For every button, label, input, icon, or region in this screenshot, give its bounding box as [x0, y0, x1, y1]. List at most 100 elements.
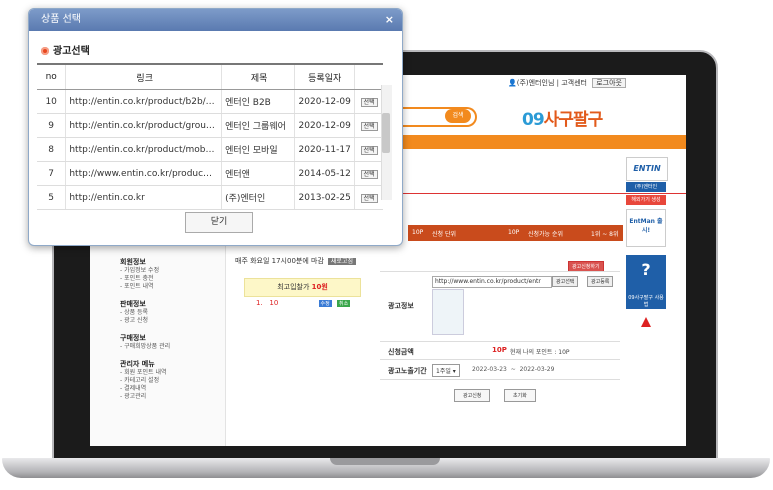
row-no: 10	[37, 89, 66, 114]
table-row: 8 http://entin.co.kr/product/mob… 엔터인 모바…	[37, 137, 383, 162]
col-date: 등록일자	[294, 63, 355, 90]
period-end: 2022-03-29	[519, 366, 555, 373]
nav-product-register[interactable]: - 상품 등록	[120, 309, 170, 317]
scrollbar-thumb[interactable]	[382, 113, 390, 153]
deadline-notice: 매주 화요일 17시00분에 마감 새로고침	[235, 256, 356, 266]
row-title: (주)엔터인	[221, 185, 295, 210]
user-icon: 👤	[508, 79, 517, 87]
nav-wishlist-manage[interactable]: - 구매희망상품 관리	[120, 343, 170, 351]
nav-admin-title: 관리자 메뉴	[120, 360, 155, 368]
table-row: 5 http://entin.co.kr (주)엔터인 2013-02-25 선…	[37, 185, 383, 210]
row-title: 엔터인 B2B	[221, 89, 295, 114]
ad-table: no 링크 제목 등록일자 10 http://entin.co.kr/prod…	[37, 63, 383, 210]
search-button[interactable]: 검색	[445, 109, 471, 123]
row-title: 엔터앤	[221, 161, 295, 186]
select-button[interactable]: 선택	[360, 145, 378, 155]
table-row: 7 http://www.entin.co.kr/produc… 엔터앤 201…	[37, 161, 383, 186]
step-unit-value: 10P	[412, 229, 424, 236]
nav-payments[interactable]: - 결제내역	[120, 385, 170, 393]
entin-label-banner[interactable]: (주)엔터인	[626, 182, 666, 192]
section-heading: 광고선택	[41, 42, 90, 57]
amount-value: 10P	[492, 346, 507, 354]
select-button[interactable]: 선택	[360, 121, 378, 131]
reset-button[interactable]: 초기화	[504, 389, 536, 402]
col-no: no	[37, 63, 66, 90]
period-label: 광고노출기간	[388, 367, 427, 375]
popup-title-bar: 상품 선택 ×	[29, 9, 402, 31]
ad-info-label: 광고정보	[388, 302, 414, 310]
user-box: 👤(주)엔터인님 | 고객센터 로그아웃	[508, 78, 626, 88]
logout-button[interactable]: 로그아웃	[592, 78, 626, 88]
step-rank-range: 1위 ~ 8위	[591, 231, 619, 238]
form-divider	[380, 359, 620, 360]
bid-edit-button[interactable]: 수정	[318, 300, 332, 307]
form-divider	[380, 341, 620, 342]
select-button[interactable]: 선택	[360, 193, 378, 203]
ad-url-input[interactable]: http://www.entin.co.kr/product/entr	[432, 276, 552, 288]
laptop-notch	[330, 458, 440, 465]
nav-category-settings[interactable]: - 카테고리 설정	[120, 377, 170, 385]
bid-row: 1. 10 수정 취소	[256, 299, 351, 307]
period-start: 2022-03-23	[472, 366, 507, 373]
nav-point-history[interactable]: - 포인트 내역	[120, 283, 170, 291]
row-date: 2014-05-12	[294, 161, 355, 186]
form-divider	[380, 271, 620, 272]
row-no: 8	[37, 137, 66, 162]
col-select	[354, 63, 383, 90]
row-title: 엔터인 모바일	[221, 137, 295, 162]
close-button[interactable]: 닫기	[185, 212, 253, 233]
nav-ad-manage[interactable]: - 광고관리	[120, 393, 170, 401]
nav-member-title: 회원정보	[120, 258, 146, 266]
period-tilde: ~	[510, 366, 516, 373]
period-select[interactable]: 1주일 ▾	[432, 364, 460, 377]
service-center-link[interactable]: 고객센터	[561, 79, 587, 87]
step-unit-label: 신청 단위	[432, 231, 456, 238]
step-rank-value: 10P	[508, 229, 520, 236]
bid-cancel-button[interactable]: 취소	[336, 300, 351, 307]
row-link: http://www.entin.co.kr/produc…	[65, 161, 222, 186]
top-bid-box: 최고입찰가 10원	[244, 278, 361, 297]
close-icon[interactable]: ×	[385, 9, 394, 31]
step-rank-label: 신청가능 순위	[528, 231, 564, 238]
ad-register-button[interactable]: 광고등록	[587, 276, 614, 287]
row-link: http://entin.co.kr/product/mob…	[65, 137, 222, 162]
help-banner[interactable]: 09사구팔구 사용법	[626, 295, 666, 309]
period-range: 2022-03-23 ~ 2022-03-29	[472, 366, 554, 373]
amount-label: 신청금액	[388, 348, 414, 356]
user-name: (주)엔터인님	[516, 79, 555, 87]
row-date: 2013-02-25	[294, 185, 355, 210]
row-link: http://entin.co.kr/product/grou…	[65, 113, 222, 138]
select-button[interactable]: 선택	[360, 169, 378, 179]
nav-member-edit[interactable]: - 가입정보 수정	[120, 267, 170, 275]
current-points: 현재 나의 포인트 : 10P	[510, 349, 570, 356]
refresh-button[interactable]: 새로고침	[327, 258, 356, 265]
row-no: 5	[37, 185, 66, 210]
entin-logo-banner[interactable]: ENTIN	[626, 157, 668, 181]
row-no: 9	[37, 113, 66, 138]
overseas-banner[interactable]: 해외가기 생성	[626, 195, 666, 205]
site-logo[interactable]: 09사구팔구	[522, 105, 603, 130]
row-no: 7	[37, 161, 66, 186]
row-date: 2020-12-09	[294, 113, 355, 138]
table-row: 10 http://entin.co.kr/product/b2b/… 엔터인 …	[37, 89, 383, 114]
help-question-icon[interactable]: ?	[626, 255, 666, 295]
nav-point-charge[interactable]: - 포인트 충전	[120, 275, 170, 283]
nav-ad-apply[interactable]: - 광고 신청	[120, 317, 170, 325]
row-title: 엔터인 그룹웨어	[221, 113, 295, 138]
col-title: 제목	[221, 63, 295, 90]
row-link: http://entin.co.kr	[65, 185, 222, 210]
popup-title: 상품 선택	[41, 14, 81, 25]
nav-member-points[interactable]: - 회원 포인트 내역	[120, 369, 170, 377]
ad-thumbnail	[432, 289, 464, 335]
col-link: 링크	[65, 63, 222, 90]
row-date: 2020-11-17	[294, 137, 355, 162]
apply-ad-button[interactable]: 광고신청	[454, 389, 491, 402]
nav-sale-title: 판매정보	[120, 300, 146, 308]
select-button[interactable]: 선택	[360, 97, 378, 107]
form-divider	[380, 379, 620, 380]
table-header-row: no 링크 제목 등록일자	[37, 63, 383, 90]
entman-banner[interactable]: EntMan 출시!	[626, 209, 666, 247]
ad-select-button[interactable]: 광고선택	[552, 276, 579, 287]
nav-buy-title: 구매정보	[120, 334, 146, 342]
step-bar: 10P 신청 단위 10P 신청가능 순위 1위 ~ 8위	[408, 225, 623, 241]
